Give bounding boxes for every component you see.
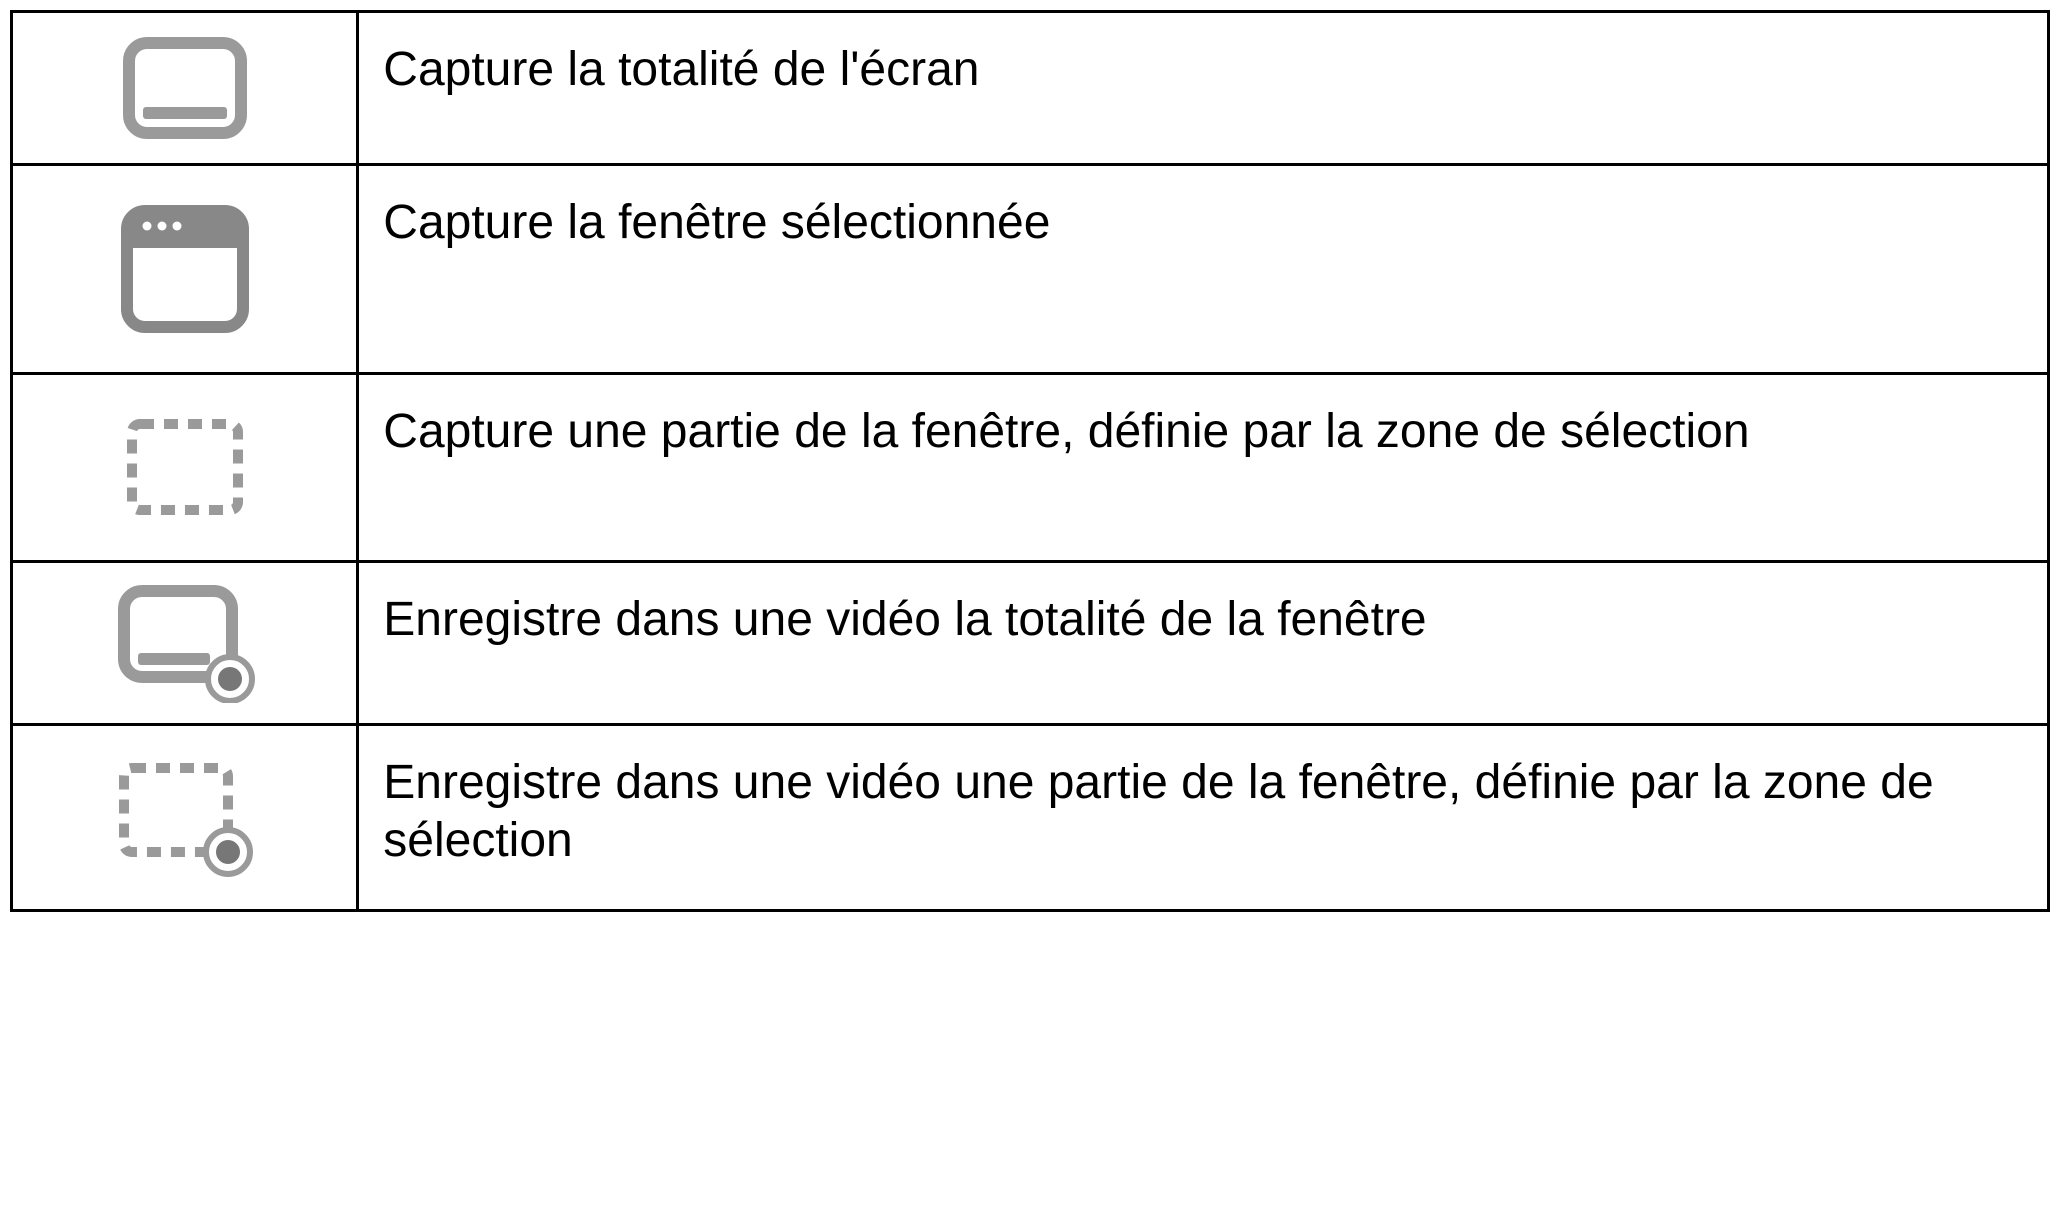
- description-text: Capture une partie de la fenêtre, défini…: [383, 405, 1749, 458]
- table-row: Enregistre dans une vidéo la totalité de…: [12, 562, 2049, 725]
- icon-cell: [12, 725, 358, 911]
- icon-cell: [12, 562, 358, 725]
- description-cell: Capture une partie de la fenêtre, défini…: [358, 373, 2049, 562]
- table-row: Capture la fenêtre sélectionnée: [12, 165, 2049, 374]
- capture-options-table: Capture la totalité de l'écran: [10, 10, 2050, 912]
- icon-cell: [12, 12, 358, 165]
- record-selection-icon: [23, 758, 346, 878]
- description-cell: Enregistre dans une vidéo une partie de …: [358, 725, 2049, 911]
- description-text: Enregistre dans une vidéo une partie de …: [383, 756, 1933, 867]
- icon-cell: [12, 165, 358, 374]
- description-cell: Enregistre dans une vidéo la totalité de…: [358, 562, 2049, 725]
- table-row: Enregistre dans une vidéo une partie de …: [12, 725, 2049, 911]
- capture-full-screen-icon: [23, 33, 346, 143]
- table-row: Capture la totalité de l'écran: [12, 12, 2049, 165]
- description-text: Capture la fenêtre sélectionnée: [383, 196, 1050, 249]
- description-cell: Capture la totalité de l'écran: [358, 12, 2049, 165]
- description-cell: Capture la fenêtre sélectionnée: [358, 165, 2049, 374]
- icon-cell: [12, 373, 358, 562]
- table-row: Capture une partie de la fenêtre, défini…: [12, 373, 2049, 562]
- capture-window-icon: [23, 199, 346, 339]
- capture-selection-icon: [23, 412, 346, 522]
- description-text: Enregistre dans une vidéo la totalité de…: [383, 593, 1426, 646]
- record-full-window-icon: [23, 583, 346, 703]
- description-text: Capture la totalité de l'écran: [383, 43, 979, 96]
